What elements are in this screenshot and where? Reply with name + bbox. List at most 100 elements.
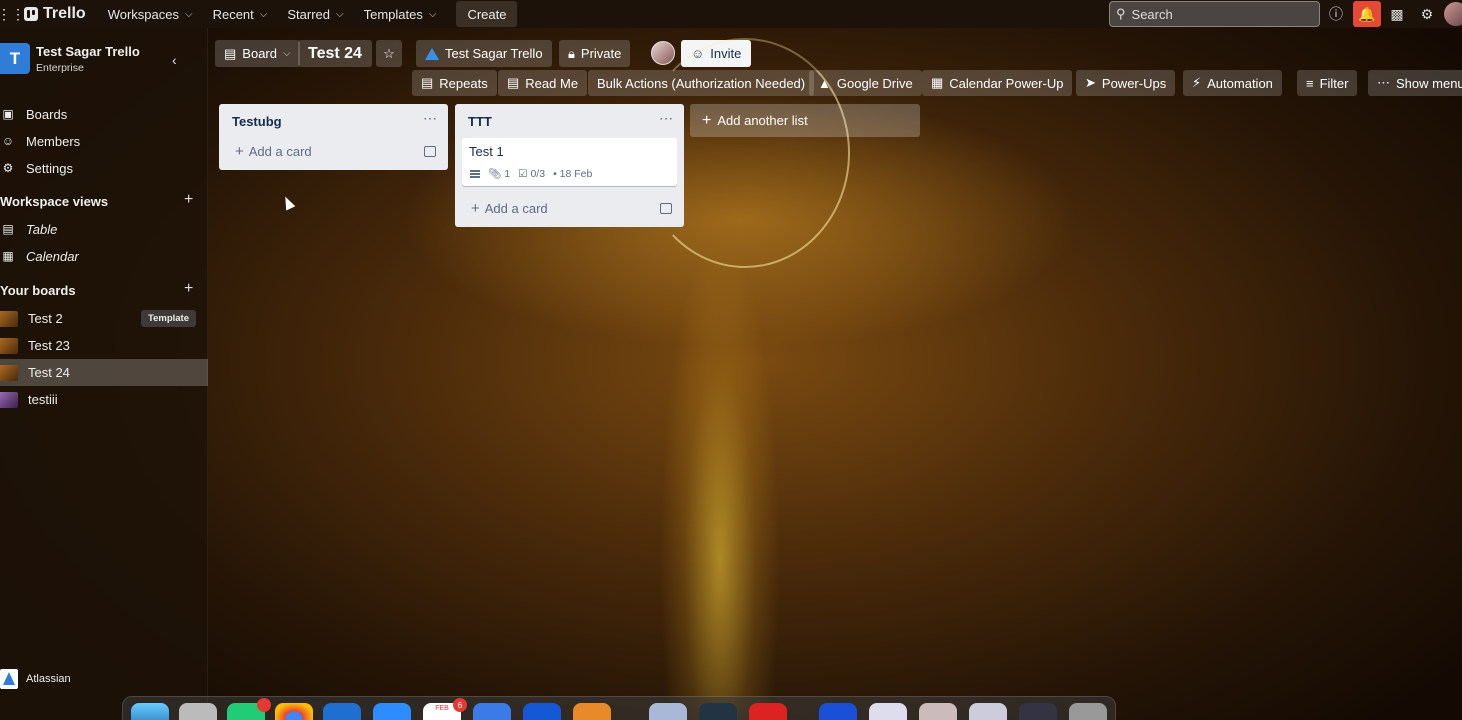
starred-menu[interactable]: Starred ⌵ (277, 0, 353, 28)
list-ttt[interactable]: TTT ⋯ Test 1 📎︎ 1 ☑ 0/3 • 18 Feb + Add a… (455, 104, 684, 227)
preview-app-icon[interactable] (649, 703, 687, 720)
workspace-button[interactable]: Test Sagar Trello (416, 40, 552, 67)
window-thumbnail-4[interactable] (1019, 703, 1057, 720)
chevron-down-icon: ⌵ (283, 48, 291, 59)
slack-app-icon[interactable] (227, 698, 271, 720)
invite-button[interactable]: ☺ Invite (681, 40, 752, 67)
sidebar-board-test-23[interactable]: Test 23 (0, 332, 208, 359)
workspace-sidebar: T Test Sagar Trello Enterprise ‹ ▣ Board… (0, 28, 208, 720)
sublime-app-icon[interactable] (573, 703, 611, 720)
acrobat-app-icon[interactable] (749, 703, 787, 720)
sidebar-item-label: Table (26, 221, 58, 237)
automation-button[interactable]: ⚡︎ Automation (1183, 70, 1282, 96)
google-drive-powerup-button[interactable]: ▲ Google Drive (809, 70, 922, 96)
plus-icon: + (471, 200, 480, 217)
window-thumbnail-2[interactable] (919, 703, 957, 720)
collapse-sidebar-chevron-icon[interactable]: ‹ (172, 52, 177, 68)
google-drive-icon: ▲ (818, 75, 831, 91)
zoom-app-icon[interactable] (373, 703, 411, 720)
card-template-icon[interactable] (424, 146, 436, 157)
add-card-button[interactable]: + Add a card (235, 143, 312, 160)
read-me-powerup-button[interactable]: ▤ Read Me (498, 70, 588, 96)
notifications-bell-icon[interactable]: 🔔 (1353, 1, 1381, 27)
calendar-powerup-button[interactable]: ▦ Calendar Power-Up (922, 70, 1073, 96)
list-menu-dots-icon[interactable]: ⋯ (423, 110, 438, 127)
launchpad-app-icon[interactable] (179, 703, 217, 720)
trash-icon[interactable] (1069, 703, 1107, 720)
visibility-button[interactable]: 🔒︎ Private (559, 40, 631, 67)
repeats-powerup-button[interactable]: ▤ Repeats (412, 70, 497, 96)
macos-dock: FEB 6 (122, 696, 1116, 720)
nav-label: Workspaces (107, 6, 179, 22)
sidebar-item-label: Members (26, 133, 81, 149)
window-thumbnail-3[interactable] (969, 703, 1007, 720)
card-template-icon[interactable] (660, 203, 672, 214)
account-avatar[interactable] (1444, 2, 1462, 26)
create-button[interactable]: Create (456, 1, 518, 27)
sidebar-item-label: Settings (26, 160, 73, 176)
invite-label: Invite (710, 46, 742, 61)
list-menu-dots-icon[interactable]: ⋯ (659, 110, 674, 127)
finder-app-icon[interactable] (131, 703, 169, 720)
add-person-icon: ☺ (691, 46, 705, 61)
add-another-list-button[interactable]: + Add another list (690, 104, 920, 137)
powerup-label: Automation (1207, 75, 1273, 91)
sidebar-item-members[interactable]: ☺ Members (0, 128, 80, 154)
card-test-1[interactable]: Test 1 📎︎ 1 ☑ 0/3 • 18 Feb (462, 138, 677, 186)
trello-icon: ▣ (2, 107, 14, 121)
info-icon[interactable]: ⓘ (1322, 0, 1350, 28)
powerup-label: Show menu (1396, 75, 1462, 91)
chrome-app-icon[interactable] (275, 703, 313, 720)
atlassian-products-icon[interactable]: ▩ (1383, 0, 1411, 28)
add-card-button[interactable]: + Add a card (471, 200, 548, 217)
description-icon (470, 169, 480, 178)
calendar-icon: ▦ (931, 75, 944, 90)
rocket-icon: ➤ (1085, 75, 1096, 90)
powerup-label: Bulk Actions (Authorization Needed) (597, 75, 806, 91)
power-ups-button[interactable]: ➤ Power-Ups (1076, 70, 1176, 96)
sidebar-item-table[interactable]: ▤ Table (0, 216, 57, 242)
vscode-app-icon[interactable] (819, 703, 857, 720)
list-testubg[interactable]: Testubg ⋯ + Add a card (219, 104, 448, 170)
trello-app-icon[interactable] (323, 703, 361, 720)
sidebar-item-boards[interactable]: ▣ Boards (0, 101, 67, 127)
atlassian-footer[interactable]: Atlassian (0, 669, 71, 689)
sidebar-board-test-24[interactable]: Test 24 (0, 359, 208, 386)
workspaces-menu[interactable]: Workspaces ⌵ (98, 0, 203, 28)
add-card-label: Add a card (248, 144, 312, 159)
list-title[interactable]: Testubg (232, 114, 282, 129)
star-board-icon[interactable]: ☆ (376, 40, 402, 67)
board-title[interactable]: Test 24 (298, 40, 372, 67)
sidebar-item-calendar[interactable]: ▦ Calendar (0, 243, 78, 269)
search-input[interactable]: ⚲ Search (1109, 1, 1320, 27)
trello-logo[interactable]: Trello (24, 5, 86, 23)
add-view-plus-icon[interactable]: + (184, 191, 193, 209)
sidebar-item-label: Boards (26, 106, 68, 122)
member-avatar[interactable] (651, 41, 675, 65)
board-thumbnail (0, 310, 18, 327)
jira-app-icon[interactable] (523, 703, 561, 720)
logo-text: Trello (43, 5, 86, 22)
board-view-switcher[interactable]: ▤ Board ⌵ (215, 40, 300, 67)
add-board-plus-icon[interactable]: + (184, 280, 193, 298)
app-switcher-icon[interactable]: ⋮⋮ (0, 0, 25, 28)
mail-app-icon[interactable] (473, 703, 511, 720)
workspace-plan: Enterprise (36, 61, 84, 74)
recent-menu[interactable]: Recent ⌵ (203, 0, 278, 28)
terminal-app-icon[interactable] (699, 703, 737, 720)
filter-icon: ≡ (1306, 75, 1314, 91)
sidebar-board-testiii[interactable]: testiii (0, 386, 208, 413)
nav-label: Recent (212, 6, 254, 22)
sidebar-item-settings[interactable]: ⚙ Settings (0, 155, 73, 181)
add-card-label: Add a card (484, 201, 548, 216)
settings-gear-icon[interactable]: ⚙ (1413, 0, 1441, 28)
calendar-app-icon[interactable]: FEB 6 (423, 698, 467, 720)
bulk-actions-powerup-button[interactable]: Bulk Actions (Authorization Needed) (588, 70, 815, 96)
show-menu-button[interactable]: ⋯ Show menu (1368, 70, 1462, 96)
templates-menu[interactable]: Templates ⌵ (354, 0, 447, 28)
workspace-header[interactable]: T Test Sagar Trello Enterprise (0, 43, 140, 74)
list-title[interactable]: TTT (468, 114, 492, 129)
window-thumbnail-1[interactable] (869, 703, 907, 720)
sidebar-board-test-2[interactable]: Test 2 Template (0, 305, 208, 332)
filter-button[interactable]: ≡ Filter (1297, 70, 1358, 96)
